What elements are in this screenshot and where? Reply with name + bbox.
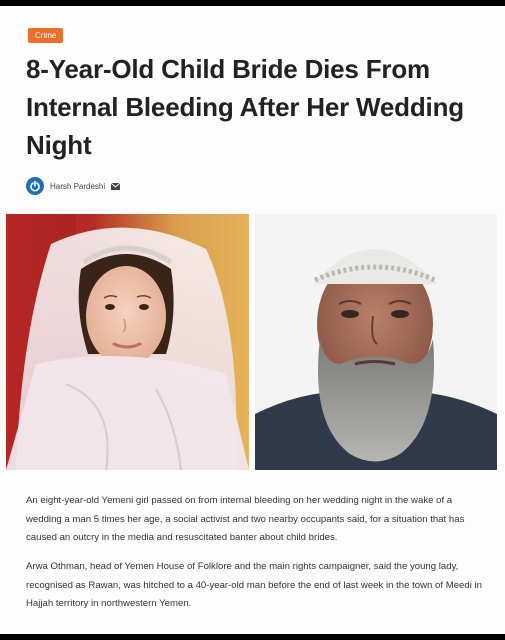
photo-older-man: [255, 214, 497, 470]
envelope-icon[interactable]: [111, 182, 121, 190]
author-byline: Harsh Pardeshi: [26, 176, 121, 196]
article-page: Crime 8-Year-Old Child Bride Dies From I…: [0, 6, 505, 634]
category-badge[interactable]: Crime: [28, 28, 64, 43]
power-logo-icon: [26, 177, 44, 195]
article-headline: 8-Year-Old Child Bride Dies From Interna…: [26, 54, 464, 160]
photo-child-bride: [6, 214, 249, 470]
article-paragraph: An eight-year-old Yemeni girl passed on …: [26, 495, 465, 543]
article-paragraph: Arwa Othman, head of Yemen House of Folk…: [26, 561, 482, 609]
author-name[interactable]: Harsh Pardeshi: [50, 182, 105, 191]
